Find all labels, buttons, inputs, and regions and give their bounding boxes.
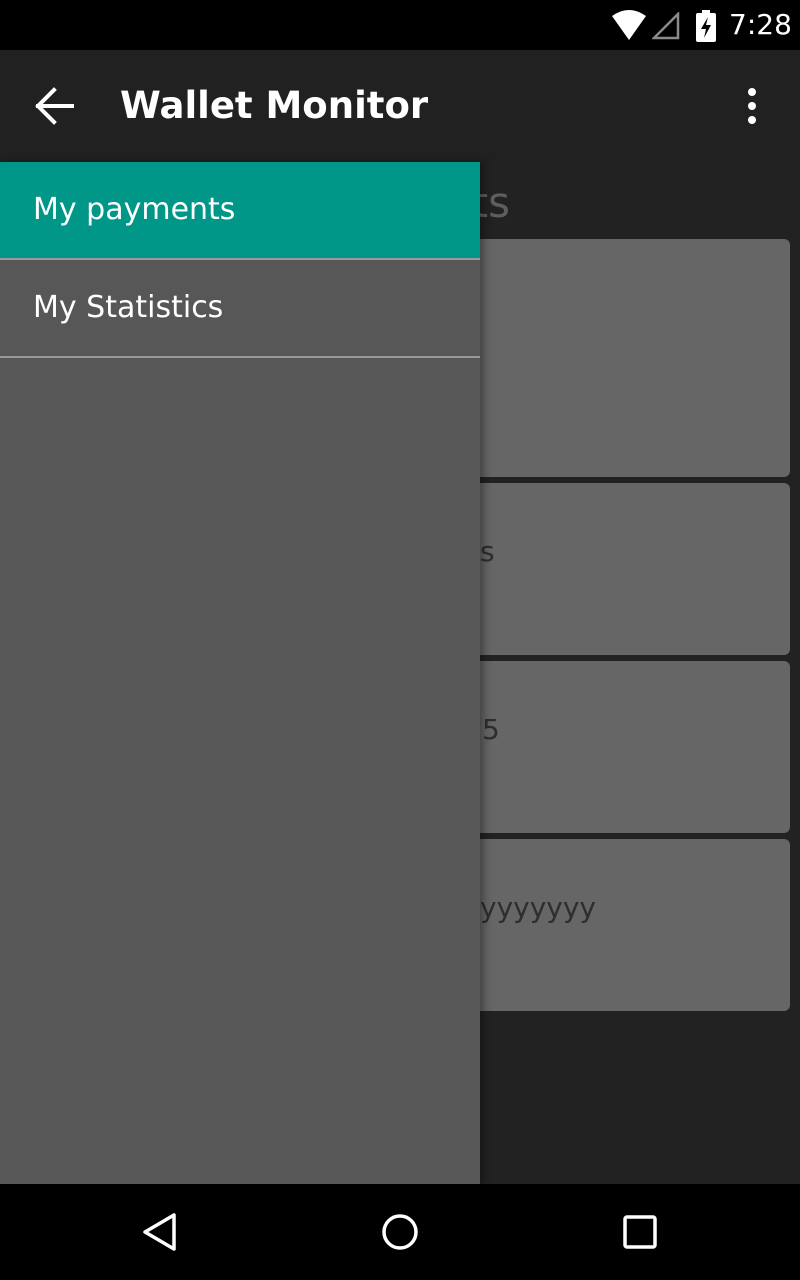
payment-card[interactable] (440, 239, 790, 477)
drawer-item-label: My Statistics (33, 290, 224, 325)
more-vert-icon[interactable] (736, 86, 768, 126)
status-time: 7:28 (729, 8, 792, 41)
home-circle-icon[interactable] (380, 1212, 420, 1252)
arrow-back-icon[interactable] (32, 84, 76, 128)
status-bar: 7:28 (0, 0, 800, 50)
back-triangle-icon[interactable] (140, 1212, 180, 1252)
card-text: yyyyyyy (480, 891, 596, 924)
recents-square-icon[interactable] (620, 1212, 660, 1252)
payment-card[interactable]: s (440, 483, 790, 655)
drawer-item-my-statistics[interactable]: My Statistics (0, 260, 480, 358)
payment-card[interactable]: 5 (440, 661, 790, 833)
navigation-drawer: My payments My Statistics (0, 162, 480, 1184)
payment-card[interactable]: yyyyyyy (440, 839, 790, 1011)
card-text: s (480, 535, 495, 568)
app-bar: Wallet Monitor (0, 50, 800, 162)
system-nav-bar (0, 1184, 800, 1280)
drawer-item-label: My payments (33, 192, 236, 227)
cell-signal-icon (652, 12, 680, 40)
drawer-item-my-payments[interactable]: My payments (0, 162, 480, 260)
app-title: Wallet Monitor (120, 84, 429, 127)
wifi-icon (612, 10, 646, 40)
card-text: 5 (482, 713, 500, 746)
battery-charging-icon (696, 10, 716, 42)
